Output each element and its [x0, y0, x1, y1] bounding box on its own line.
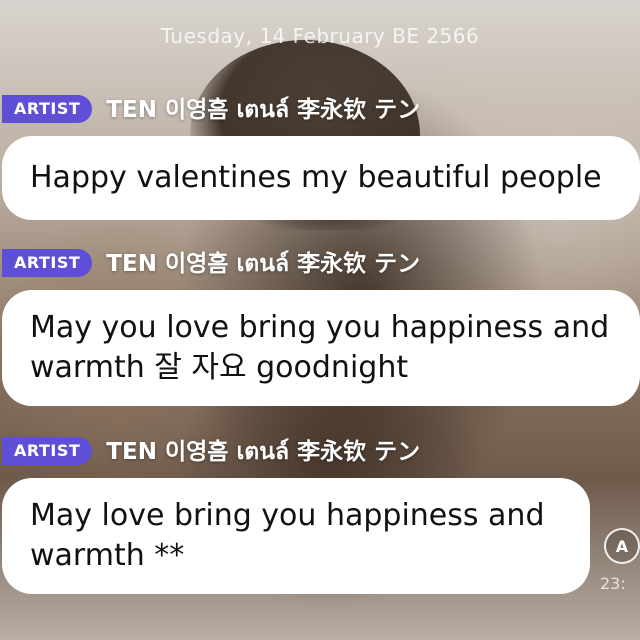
- message-sender-row: ARTIST TEN 이영흠 เตนล์ 李永钦 テン: [2, 94, 420, 124]
- message-bubble[interactable]: May you love bring you happiness and war…: [2, 290, 640, 406]
- artist-badge: ARTIST: [2, 437, 93, 465]
- message-text: May you love bring you happiness and war…: [30, 310, 610, 385]
- translate-icon[interactable]: A: [604, 528, 640, 564]
- message-bubble[interactable]: Happy valentines my beautiful people: [2, 136, 640, 220]
- message-timestamp: 23:: [600, 574, 626, 593]
- artist-badge: ARTIST: [2, 95, 93, 123]
- message-sender-row: ARTIST TEN 이영흠 เตนล์ 李永钦 テン: [2, 436, 420, 466]
- message-text: May love bring you happiness and warmth …: [30, 498, 545, 573]
- sender-name[interactable]: TEN 이영흠 เตนล์ 李永钦 テン: [106, 90, 420, 128]
- message-sender-row: ARTIST TEN 이영흠 เตนล์ 李永钦 テン: [2, 248, 420, 278]
- sender-name[interactable]: TEN 이영흠 เตนล์ 李永钦 テン: [106, 432, 420, 470]
- date-header: Tuesday, 14 February BE 2566: [160, 24, 480, 48]
- sender-name[interactable]: TEN 이영흠 เตนล์ 李永钦 テン: [106, 244, 420, 282]
- message-bubble[interactable]: May love bring you happiness and warmth …: [2, 478, 590, 594]
- message-text: Happy valentines my beautiful people: [30, 160, 602, 195]
- artist-badge: ARTIST: [2, 249, 93, 277]
